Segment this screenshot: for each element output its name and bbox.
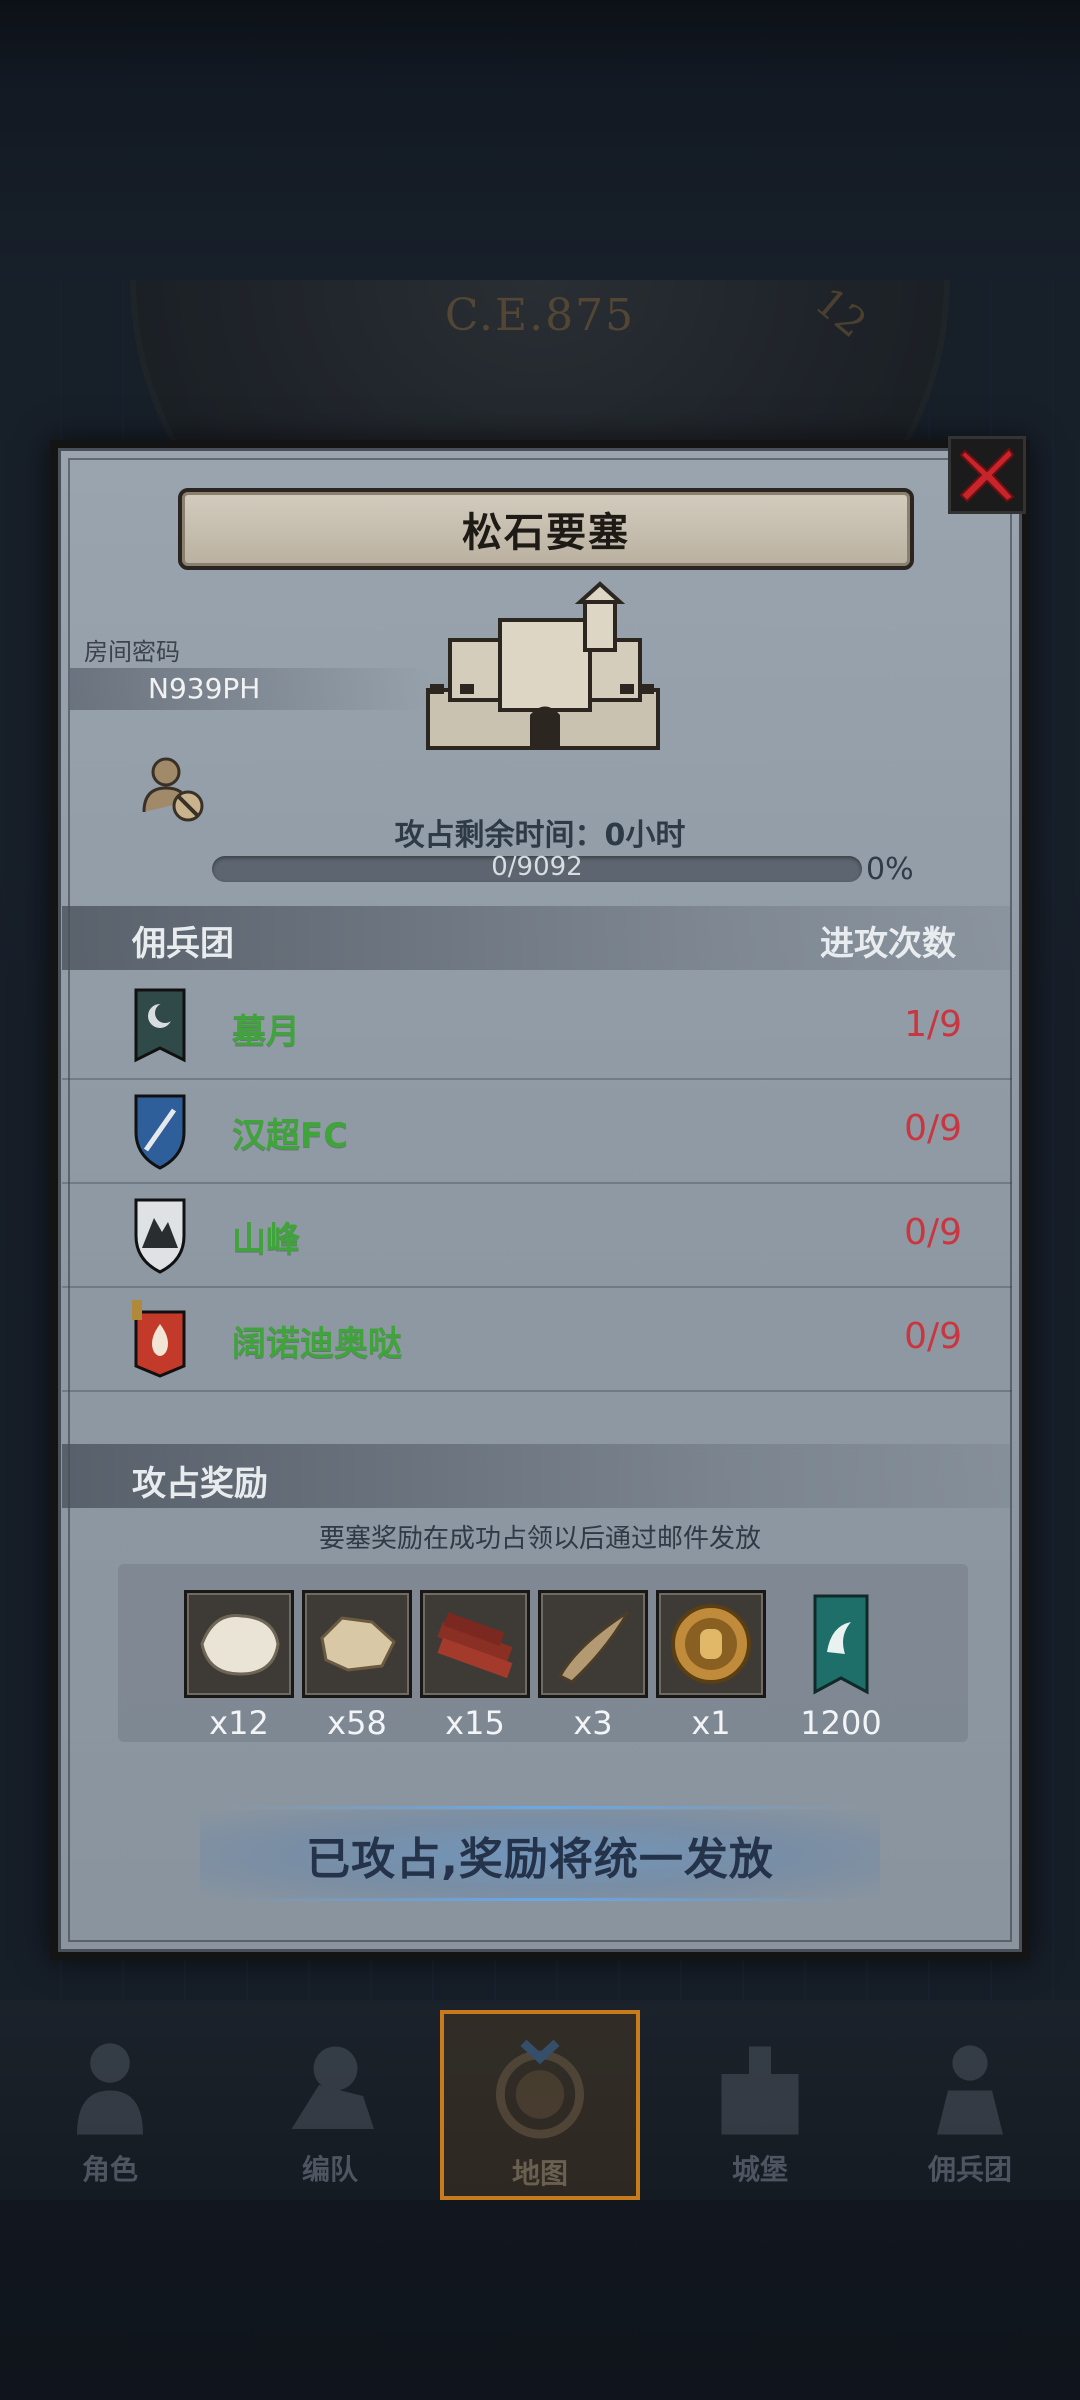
reward-note: 要塞奖励在成功占领以后通过邮件发放 [318,1524,761,1554]
nav-item-castle[interactable]: 城堡 [660,2010,860,2200]
nav-item-mercenary[interactable]: 佣兵团 [870,2010,1070,2200]
reward-item[interactable]: x3 [538,1590,648,1742]
mercenary-row[interactable]: 阔诺迪奥哒 0/9 [62,1288,1012,1392]
room-code: N939PH [148,672,261,705]
nav-label: 佣兵团 [927,2153,1012,2186]
wood-planks-icon [437,1612,513,1679]
game-screen: { "background": { "era_label": "C.E.875"… [0,0,1080,2400]
fortress-castle-icon [426,581,660,750]
attack-count: 0/9 [904,1108,962,1149]
reward-item[interactable]: x1 [656,1590,766,1742]
attack-count-header-label: 进攻次数 [820,924,956,964]
map-icon [496,2039,584,2139]
knight-medal-icon [671,1604,751,1684]
formation-icon [291,2046,374,2129]
attack-count: 1/9 [904,1004,962,1045]
horn-icon [557,1610,630,1684]
mercenary-header-label: 佣兵团 [132,924,234,964]
conquest-progress-percent: 0% [866,852,914,887]
castle-icon [721,2046,799,2135]
attack-count: 0/9 [904,1212,962,1253]
close-icon [959,447,1015,503]
button-glow-bottom [220,1898,860,1901]
reward-qty: x15 [445,1704,505,1742]
nav-label: 城堡 [731,2153,788,2186]
conquest-progress-text: 0/9092 [491,852,583,882]
mercenary-row[interactable]: 墓月 1/9 [62,976,1012,1080]
moon-banner-icon [134,988,186,1063]
reward-item[interactable]: x15 [420,1590,530,1742]
room-password-label: 房间密码 [84,638,180,666]
mercenary-row[interactable]: 汉超FC 0/9 [62,1080,1012,1184]
nav-item-map[interactable]: 地图 [440,2010,640,2200]
nav-label: 角色 [81,2153,138,2186]
reward-qty: x58 [327,1704,387,1742]
reward-item[interactable]: x12 [184,1590,294,1742]
mercenary-row[interactable]: 山峰 0/9 [62,1184,1012,1288]
attack-count: 0/9 [904,1316,962,1357]
mercenary-name: 汉超FC [232,1116,349,1156]
close-button[interactable] [948,436,1026,514]
guild-banner-icon [813,1594,869,1695]
fortress-title-banner: 松石要塞 [178,488,914,570]
reward-item[interactable]: 1200 [786,1590,896,1742]
nav-item-formation[interactable]: 编队 [230,2010,430,2200]
conquered-status-button[interactable]: 已攻占,奖励将统一发放 [200,1810,880,1900]
conquest-timer: 攻占剩余时间：0小时 [394,818,686,853]
mercenary-name: 墓月 [232,1012,300,1052]
reward-qty: 1200 [800,1704,882,1742]
fur-pelt-icon [200,1614,280,1676]
mercenary-icon [937,2045,1003,2135]
nav-item-character[interactable]: 角色 [10,2010,210,2200]
fortress-title: 松石要塞 [462,510,630,556]
reward-header-label: 攻占奖励 [132,1464,268,1504]
reward-item[interactable]: x58 [302,1590,412,1742]
button-glow-top [220,1806,860,1809]
character-icon [77,2043,143,2135]
leather-hide-icon [320,1616,396,1672]
reward-qty: x1 [691,1704,731,1742]
nav-label: 地图 [511,2157,568,2190]
reward-qty: x12 [209,1704,269,1742]
nav-label: 编队 [301,2153,358,2186]
conquered-status-label: 已攻占,奖励将统一发放 [306,1834,774,1885]
mercenary-name: 山峰 [232,1220,300,1260]
mercenary-name: 阔诺迪奥哒 [232,1324,402,1364]
sword-shield-icon [134,1094,186,1170]
mountain-shield-icon [134,1198,186,1274]
reward-qty: x3 [573,1704,613,1742]
flame-banner-icon [132,1300,186,1378]
